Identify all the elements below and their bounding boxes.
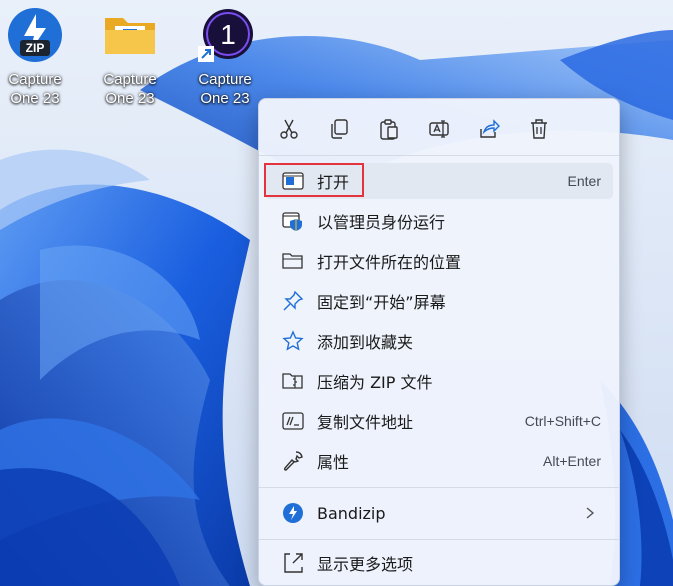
scissors-icon [280, 119, 298, 139]
rename-button[interactable] [419, 109, 459, 149]
menu-item-bandizip[interactable]: Bandizip [265, 495, 613, 531]
copy-icon [331, 119, 348, 139]
folder-outline-icon [281, 249, 305, 273]
quick-actions-bar [269, 109, 559, 149]
show-more-icon [281, 551, 305, 575]
copy-path-icon [281, 409, 305, 433]
capture-one-icon: 1 [196, 6, 254, 64]
menu-separator [259, 487, 619, 488]
menu-item-run-as-admin[interactable]: 以管理员身份运行 [265, 203, 613, 239]
menu-item-shortcut: Enter [567, 173, 601, 189]
trash-icon [531, 119, 547, 139]
menu-separator [259, 539, 619, 540]
menu-item-compress-zip[interactable]: 压缩为 ZIP 文件 [265, 363, 613, 399]
pin-icon [281, 289, 305, 313]
zip-badge-text: ZIP [26, 41, 45, 55]
wrench-icon [281, 449, 305, 473]
menu-item-add-to-favorites[interactable]: 添加到收藏夹 [265, 323, 613, 359]
zip-folder-icon [281, 369, 305, 393]
menu-item-open-file-location[interactable]: 打开文件所在的位置 [265, 243, 613, 279]
menu-item-open[interactable]: 打开 Enter [265, 163, 613, 199]
menu-item-label: 属性 [317, 453, 350, 472]
shield-icon [281, 209, 305, 233]
desktop-icon-bandizip[interactable]: ZIP Capture One 23 [0, 6, 80, 114]
menu-item-shortcut: Alt+Enter [543, 453, 601, 469]
menu-item-label: 打开文件所在的位置 [317, 253, 462, 272]
capture-one-glyph: 1 [220, 19, 236, 50]
clipboard-icon [380, 119, 398, 140]
menu-item-label: 打开 [317, 173, 350, 192]
menu-item-label: 显示更多选项 [317, 555, 414, 574]
menu-item-label: Bandizip [317, 503, 386, 523]
menu-item-pin-to-start[interactable]: 固定到“开始”屏幕 [265, 283, 613, 319]
context-menu: 打开 Enter 以管理员身份运行 打开文件所在的位置 固定到“开始”屏幕 添加… [258, 98, 620, 586]
delete-button[interactable] [519, 109, 559, 149]
bandizip-icon [281, 501, 305, 525]
share-button[interactable] [469, 109, 509, 149]
menu-item-label: 复制文件地址 [317, 413, 414, 432]
paste-button[interactable] [369, 109, 409, 149]
cut-button[interactable] [269, 109, 309, 149]
desktop-icon-label: Capture One 23 [198, 71, 252, 107]
menu-item-label: 添加到收藏夹 [317, 333, 414, 352]
share-icon [480, 119, 500, 138]
desktop-icon-capture-one[interactable]: 1 Capture One 23 [180, 6, 270, 114]
menu-item-label: 以管理员身份运行 [317, 213, 446, 232]
menu-item-label: 压缩为 ZIP 文件 [317, 373, 433, 392]
menu-separator [259, 155, 619, 156]
star-icon [281, 329, 305, 353]
desktop-icon-label: Capture One 23 [103, 71, 157, 107]
menu-item-show-more-options[interactable]: 显示更多选项 [265, 545, 613, 581]
open-window-icon [281, 169, 305, 193]
bandizip-zip-icon: ZIP [6, 6, 64, 64]
menu-item-copy-path[interactable]: 复制文件地址 Ctrl+Shift+C [265, 403, 613, 439]
chevron-right-icon [585, 505, 595, 524]
menu-item-properties[interactable]: 属性 Alt+Enter [265, 443, 613, 479]
menu-item-label: 固定到“开始”屏幕 [317, 293, 446, 312]
rename-icon [429, 120, 449, 138]
folder-icon [101, 6, 159, 64]
desktop-icon-folder[interactable]: Capture One 23 [85, 6, 175, 114]
desktop-icon-label: Capture One 23 [8, 71, 62, 107]
menu-item-shortcut: Ctrl+Shift+C [524, 413, 601, 429]
copy-button[interactable] [319, 109, 359, 149]
